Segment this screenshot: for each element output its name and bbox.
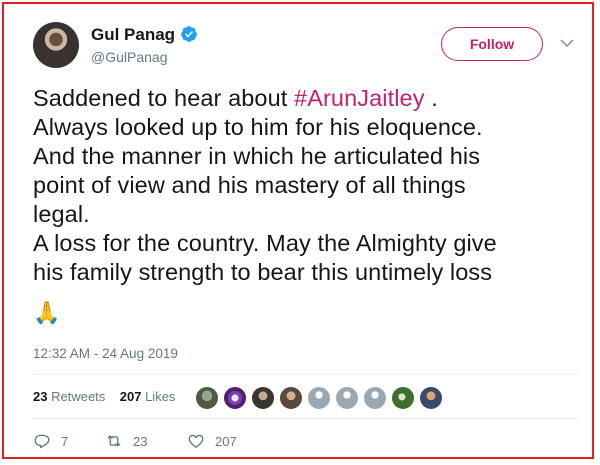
retweets-stat[interactable]: 23 Retweets (33, 389, 105, 404)
liker-avatar[interactable] (223, 386, 247, 410)
tweet-stats: 23 Retweets 207 Likes (33, 389, 175, 404)
tweet-text-segment: . (424, 85, 438, 111)
heart-icon (188, 434, 204, 448)
retweets-label: Retweets (51, 389, 106, 404)
liker-avatar[interactable] (307, 386, 331, 410)
reply-count: 7 (61, 433, 69, 449)
liker-avatar[interactable] (195, 386, 219, 410)
liker-avatar[interactable] (279, 386, 303, 410)
tweet-text-segment: Saddened to hear about (33, 85, 295, 111)
liker-avatar[interactable] (363, 386, 387, 410)
retweet-count: 23 (133, 433, 148, 449)
retweet-action[interactable]: 23 (105, 432, 147, 450)
retweets-count: 23 (33, 389, 48, 404)
liker-avatar[interactable] (391, 386, 415, 410)
likes-count: 207 (119, 389, 142, 404)
liker-avatar[interactable] (335, 386, 359, 410)
verified-icon (181, 26, 197, 42)
like-count: 207 (215, 433, 237, 449)
avatar[interactable] (33, 22, 79, 68)
liker-avatar[interactable] (419, 386, 443, 410)
reply-icon (34, 434, 50, 449)
tweet-line: legal. (33, 201, 90, 227)
retweet-icon (107, 435, 121, 447)
likes-stat[interactable]: 207 Likes (120, 389, 176, 404)
tweet-timestamp[interactable]: 12:32 AM - 24 Aug 2019 (33, 346, 178, 361)
tweet-card: Gul Panag @GulPanag Follow Saddened to h… (0, 0, 600, 465)
tweet-line: Saddened to hear about #ArunJaitley . (33, 84, 578, 113)
divider (33, 418, 578, 419)
tweet-line: Always looked up to him for his eloquenc… (33, 114, 483, 140)
tweet-line: his family strength to bear this untimel… (33, 259, 493, 285)
tweet-line: And the manner in which he articulated h… (33, 143, 481, 169)
folded-hands-emoji: 🙏 (33, 300, 61, 325)
chevron-down-icon[interactable] (559, 36, 575, 50)
liker-avatar[interactable] (251, 386, 275, 410)
likes-label: Likes (145, 389, 176, 404)
reply-action[interactable]: 7 (33, 432, 68, 450)
divider (33, 374, 578, 375)
tweet-text: Saddened to hear about #ArunJaitley . Al… (33, 84, 578, 287)
user-name[interactable]: Gul Panag (91, 25, 175, 45)
user-handle[interactable]: @GulPanag (91, 49, 167, 65)
tweet-line: point of view and his mastery of all thi… (33, 172, 466, 198)
like-action[interactable]: 207 (187, 432, 237, 450)
tweet-line: A loss for the country. May the Almighty… (33, 230, 497, 256)
follow-button[interactable]: Follow (441, 27, 543, 61)
hashtag-link[interactable]: #ArunJaitley (294, 85, 425, 111)
